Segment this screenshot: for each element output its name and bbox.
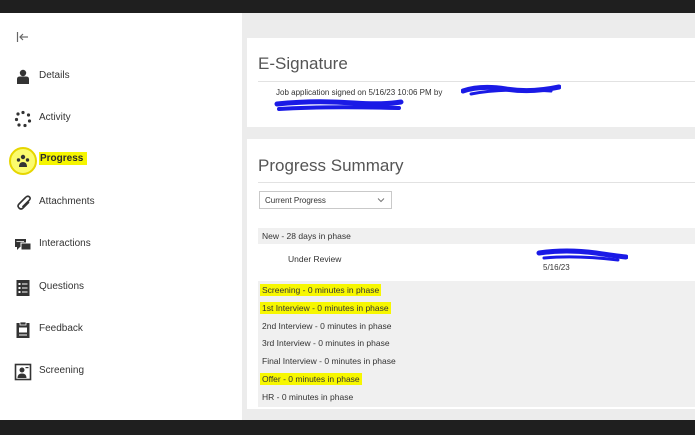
phase-label: 3rd Interview - 0 minutes in phase xyxy=(262,338,390,348)
sidebar-item-screening[interactable]: Screening xyxy=(0,354,242,390)
sidebar-item-label: Feedback xyxy=(39,323,83,334)
phase-label: Screening - 0 minutes in phase xyxy=(260,284,382,296)
phase-row-screening: Screening - 0 minutes in phase xyxy=(260,284,382,296)
clipboard-icon xyxy=(16,321,30,338)
esignature-title: E-Signature xyxy=(258,54,348,73)
phase-label: Final Interview - 0 minutes in phase xyxy=(262,356,396,366)
list-icon xyxy=(16,280,30,296)
collapse-sidebar-icon[interactable] xyxy=(16,30,30,44)
divider xyxy=(258,81,695,82)
phase-row-final-interview: Final Interview - 0 minutes in phase xyxy=(262,356,396,366)
redaction-scribble xyxy=(461,84,561,96)
phase-label: 1st Interview - 0 minutes in phase xyxy=(260,302,391,314)
redaction-scribble xyxy=(274,99,404,111)
divider xyxy=(258,182,695,183)
sidebar-item-label: Interactions xyxy=(39,238,91,249)
phase-row-new: New - 28 days in phase xyxy=(258,228,695,244)
phase-label: Offer - 0 minutes in phase xyxy=(260,373,362,385)
sidebar: Details Activity Progress Attachments In… xyxy=(0,13,242,420)
person-icon xyxy=(17,69,29,84)
sidebar-item-label: Activity xyxy=(39,112,71,123)
esignature-card: E-Signature Job application signed on 5/… xyxy=(247,38,695,127)
progress-icon xyxy=(16,154,30,167)
sidebar-item-questions[interactable]: Questions xyxy=(0,270,242,306)
phase-row-2nd-interview: 2nd Interview - 0 minutes in phase xyxy=(262,321,391,331)
app-frame: Details Activity Progress Attachments In… xyxy=(0,13,695,420)
sub-status-date: 5/16/23 xyxy=(543,263,570,272)
paperclip-icon xyxy=(17,195,31,210)
sidebar-item-label: Details xyxy=(39,70,70,81)
sub-status-row: Under Review 5/16/23 xyxy=(258,244,695,280)
sidebar-item-label: Screening xyxy=(39,365,85,376)
progress-view-select[interactable]: Current Progress xyxy=(259,191,392,209)
phase-label: HR - 0 minutes in phase xyxy=(262,392,354,402)
phase-row-3rd-interview: 3rd Interview - 0 minutes in phase xyxy=(262,338,390,348)
phase-row-offer: Offer - 0 minutes in phase xyxy=(260,373,362,385)
sidebar-item-activity[interactable]: Activity xyxy=(0,101,242,137)
phase-list: Screening - 0 minutes in phase 1st Inter… xyxy=(258,281,695,407)
esignature-text: Job application signed on 5/16/23 10:06 … xyxy=(276,88,443,97)
progress-summary-title: Progress Summary xyxy=(258,156,404,175)
phase-row-hr: HR - 0 minutes in phase xyxy=(262,392,353,402)
phase-row-1st-interview: 1st Interview - 0 minutes in phase xyxy=(260,302,391,314)
phase-label: 2nd Interview - 0 minutes in phase xyxy=(262,321,392,331)
chevron-down-icon xyxy=(377,198,385,203)
sidebar-item-feedback[interactable]: Feedback xyxy=(0,312,242,348)
sidebar-item-details[interactable]: Details xyxy=(0,59,242,95)
top-bar xyxy=(0,0,695,13)
sidebar-item-attachments[interactable]: Attachments xyxy=(0,185,242,221)
sidebar-item-interactions[interactable]: Interactions xyxy=(0,227,242,263)
activity-spinner-icon xyxy=(14,110,32,128)
redaction-scribble xyxy=(536,248,628,262)
screening-icon xyxy=(14,363,32,381)
sub-status-label: Under Review xyxy=(288,254,342,264)
sidebar-item-label: Attachments xyxy=(39,196,95,207)
phase-label: New - 28 days in phase xyxy=(262,231,351,241)
sidebar-item-label: Questions xyxy=(39,281,85,292)
sidebar-item-label: Progress xyxy=(39,152,88,165)
chat-icon xyxy=(15,239,32,251)
bottom-bar xyxy=(0,420,695,435)
sidebar-item-progress[interactable]: Progress xyxy=(0,143,242,179)
select-value: Current Progress xyxy=(265,196,326,205)
progress-summary-card: Progress Summary Current Progress New - … xyxy=(247,139,695,409)
